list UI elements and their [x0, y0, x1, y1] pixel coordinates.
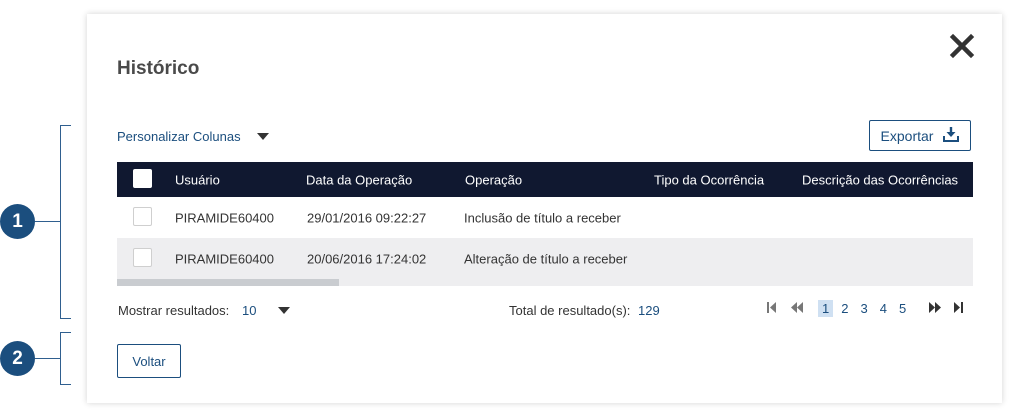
column-header-occurrence-type[interactable]: Tipo da Ocorrência: [654, 172, 764, 187]
column-header-operation[interactable]: Operação: [465, 172, 522, 187]
close-icon[interactable]: [948, 32, 976, 60]
cell-user: PIRAMIDE60400: [175, 251, 274, 266]
last-page-icon[interactable]: [953, 301, 964, 316]
results-per-page-select[interactable]: 10: [242, 303, 291, 318]
table-row[interactable]: PIRAMIDE60400 29/01/2016 09:22:27 Inclus…: [117, 197, 973, 238]
row-checkbox[interactable]: [133, 248, 152, 267]
scrollbar-thumb[interactable]: [117, 279, 339, 286]
customize-columns-label: Personalizar Colunas: [117, 129, 241, 144]
results-per-page-value: 10: [242, 303, 257, 318]
results-per-page-label: Mostrar resultados:: [118, 303, 230, 318]
history-dialog: Histórico Personalizar Colunas Exportar …: [87, 14, 1002, 403]
page-2[interactable]: 2: [837, 300, 852, 317]
history-table: Usuário Data da Operação Operação Tipo d…: [117, 162, 973, 286]
total-results-value: 129: [638, 303, 660, 318]
select-all-checkbox[interactable]: [133, 169, 152, 188]
bracket-section-2: [60, 332, 71, 385]
chevron-down-icon: [278, 307, 291, 314]
customize-columns-dropdown[interactable]: Personalizar Colunas: [117, 129, 269, 144]
page-5[interactable]: 5: [895, 300, 910, 317]
column-header-date[interactable]: Data da Operação: [306, 172, 412, 187]
chevron-down-icon: [256, 133, 269, 140]
total-results: Total de resultado(s): 129: [509, 303, 660, 318]
cell-user: PIRAMIDE60400: [175, 210, 274, 225]
marker-2: 2: [0, 341, 35, 376]
total-results-label: Total de resultado(s):: [509, 303, 631, 318]
cell-operation: Inclusão de título a receber: [464, 210, 621, 225]
column-header-user[interactable]: Usuário: [175, 172, 220, 187]
export-button[interactable]: Exportar: [869, 120, 971, 151]
bracket-section-1: [60, 125, 71, 319]
results-per-page: Mostrar resultados:: [118, 303, 229, 318]
download-icon: [943, 126, 960, 145]
table-row[interactable]: PIRAMIDE60400 20/06/2016 17:24:02 Altera…: [117, 238, 973, 279]
table-header: Usuário Data da Operação Operação Tipo d…: [117, 162, 973, 197]
back-button[interactable]: Voltar: [117, 344, 181, 378]
page-4[interactable]: 4: [876, 300, 891, 317]
column-header-occurrence-description[interactable]: Descrição das Ocorrências: [802, 172, 958, 187]
previous-page-icon[interactable]: [791, 301, 804, 316]
first-page-icon[interactable]: [767, 301, 777, 316]
page-1[interactable]: 1: [818, 300, 834, 317]
bracket-connector-1: [35, 221, 60, 222]
marker-1: 1: [0, 204, 35, 239]
bracket-connector-2: [35, 358, 60, 359]
cell-date: 20/06/2016 17:24:02: [307, 251, 427, 266]
cell-date: 29/01/2016 09:22:27: [307, 210, 427, 225]
next-page-icon[interactable]: [928, 301, 942, 316]
pagination: 1 2 3 4 5: [767, 300, 964, 317]
row-checkbox[interactable]: [133, 207, 152, 226]
export-label: Exportar: [880, 127, 934, 144]
page-3[interactable]: 3: [856, 300, 871, 317]
cell-operation: Alteração de título a receber: [464, 251, 628, 266]
dialog-title: Histórico: [117, 58, 200, 79]
horizontal-scrollbar[interactable]: [117, 279, 973, 286]
